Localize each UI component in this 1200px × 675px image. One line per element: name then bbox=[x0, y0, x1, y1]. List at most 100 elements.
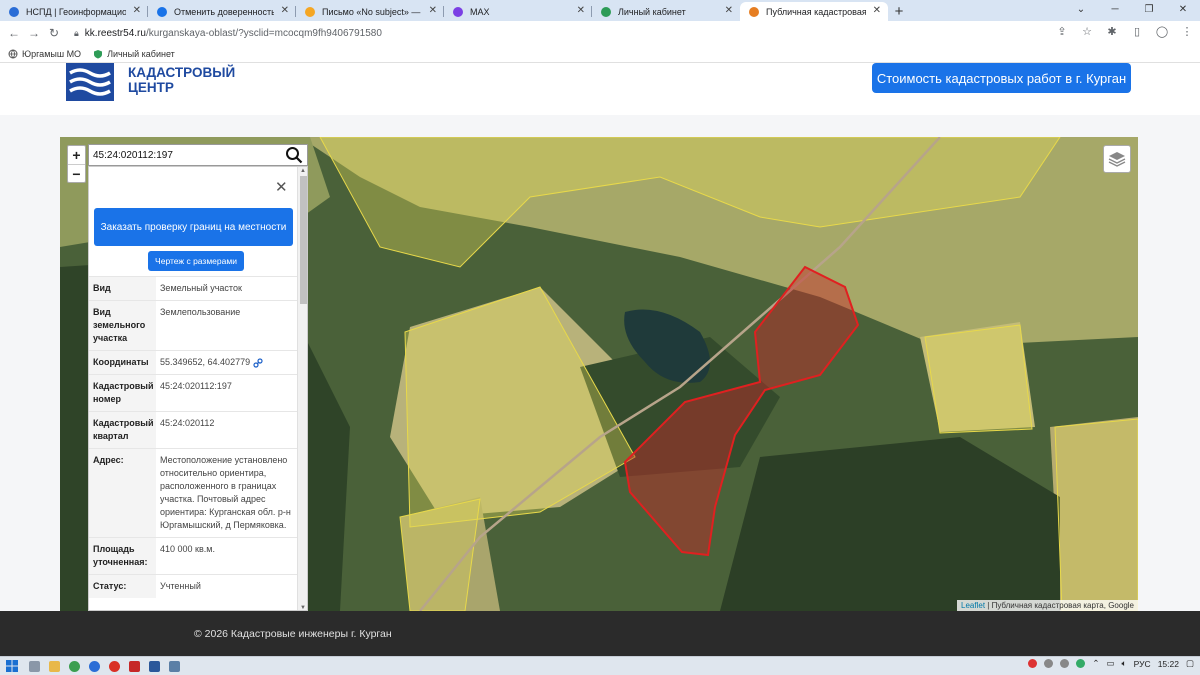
extensions-icon[interactable]: ✱ bbox=[1105, 25, 1119, 38]
attribute-key: Кадастровый номер bbox=[89, 375, 156, 411]
zoom-out-button[interactable]: − bbox=[68, 164, 85, 182]
browser-tab[interactable]: НСПД | Геоинформационный п ✕ bbox=[0, 2, 148, 21]
attribute-value-text: Учтенный bbox=[160, 581, 201, 591]
bookmark-label: Личный кабинет bbox=[107, 48, 175, 59]
tab-favicon-icon bbox=[305, 7, 315, 17]
windows-start-icon[interactable] bbox=[0, 660, 24, 672]
cadastral-map[interactable]: + − ✕ Заказать проверку границ на местно… bbox=[60, 137, 1138, 611]
scrollbar-thumb[interactable] bbox=[300, 176, 307, 304]
tab-close-icon[interactable]: ✕ bbox=[873, 5, 881, 16]
bookmark-cabinet[interactable]: Личный кабинет bbox=[93, 49, 175, 59]
chevron-up-icon[interactable]: ⌃ bbox=[1092, 658, 1099, 669]
pdf-app-icon[interactable] bbox=[125, 658, 143, 674]
parcel-attributes: Вид Земельный участок Вид земельного участ… bbox=[89, 276, 297, 598]
browser-toolbar: ← → ↻ 🔒︎ kk.reestr54.ru/kurganskaya-obla… bbox=[0, 21, 1200, 45]
browser-tab[interactable]: Личный кабинет ✕ bbox=[592, 2, 740, 21]
attribute-key: Площадь уточненная: bbox=[89, 538, 156, 574]
star-icon[interactable]: ☆ bbox=[1080, 25, 1094, 38]
forward-icon[interactable]: → bbox=[24, 26, 44, 40]
chrome-app-icon[interactable] bbox=[105, 658, 123, 674]
tab-close-icon[interactable]: ✕ bbox=[133, 5, 141, 16]
attribute-key: Адрес: bbox=[89, 449, 156, 537]
url-domain: kk.reestr54.ru bbox=[84, 27, 146, 39]
word-app-icon[interactable] bbox=[145, 658, 163, 674]
bookmark-yurgamysh[interactable]: Юргамыш МО bbox=[8, 49, 81, 59]
search-input[interactable] bbox=[89, 145, 279, 165]
attribute-value: 45:24:020112:197 bbox=[156, 375, 297, 411]
copy-coordinates-icon[interactable] bbox=[253, 358, 263, 368]
toolbar-actions: ⇪ ☆ ✱ ▯ ◯ ⋮ bbox=[1055, 25, 1194, 38]
language-indicator[interactable]: РУС bbox=[1134, 659, 1151, 669]
browser-tab[interactable]: Письмо «No subject» — Натал ✕ bbox=[296, 2, 444, 21]
order-boundary-check-button[interactable]: Заказать проверку границ на местности bbox=[94, 208, 293, 246]
tray-app-icon[interactable] bbox=[1076, 659, 1086, 668]
attribute-value-text[interactable]: 45:24:020112:197 bbox=[160, 381, 232, 391]
search-icon[interactable] bbox=[285, 146, 303, 164]
tray-app-icon[interactable] bbox=[1028, 659, 1038, 668]
file-explorer-icon[interactable] bbox=[45, 658, 63, 674]
attribute-value: Местоположение установлено относительно … bbox=[156, 449, 297, 537]
tab-close-icon[interactable]: ✕ bbox=[429, 5, 437, 16]
attribute-key: Кадастровый квартал bbox=[89, 412, 156, 448]
tab-close-icon[interactable]: ✕ bbox=[725, 5, 733, 16]
tray-app-icon[interactable] bbox=[1044, 659, 1054, 668]
sidebar-icon[interactable]: ▯ bbox=[1130, 25, 1144, 38]
attribute-row: Адрес: Местоположение установлено относит… bbox=[89, 448, 297, 537]
browser-app-icon[interactable] bbox=[85, 658, 103, 674]
network-icon[interactable]: ▭ bbox=[1107, 658, 1115, 669]
notifications-icon[interactable]: ▢ bbox=[1186, 658, 1194, 669]
remote-app-icon[interactable] bbox=[165, 658, 183, 674]
logo-line-1: КАДАСТРОВЫЙ bbox=[128, 65, 236, 80]
lock-icon[interactable]: 🔒︎ bbox=[74, 28, 79, 39]
tab-close-icon[interactable]: ✕ bbox=[281, 5, 289, 16]
attribute-row: Площадь уточненная: 410 000 кв.м. bbox=[89, 537, 297, 574]
back-icon[interactable]: ← bbox=[4, 26, 24, 40]
tab-close-icon[interactable]: ✕ bbox=[577, 5, 585, 16]
close-icon[interactable]: ✕ bbox=[275, 178, 288, 196]
attribute-row: Вид земельного участка Землепользование bbox=[89, 300, 297, 350]
address-bar[interactable]: 🔒︎ kk.reestr54.ru/kurganskaya-oblast/?ys… bbox=[74, 23, 1084, 43]
panel-scrollbar[interactable]: ▲ ▼ bbox=[297, 167, 307, 610]
layers-button[interactable] bbox=[1103, 145, 1131, 173]
security-app-icon[interactable] bbox=[65, 658, 83, 674]
chevron-down-icon[interactable]: ⌄ bbox=[1064, 0, 1098, 19]
site-header: КАДАСТРОВЫЙ ЦЕНТР Стоимость кадастровых … bbox=[0, 63, 1200, 115]
share-icon[interactable]: ⇪ bbox=[1055, 25, 1069, 38]
attribute-value: Землепользование bbox=[156, 301, 297, 350]
tray-app-icon[interactable] bbox=[1060, 659, 1070, 668]
browser-tab[interactable]: Отменить доверенность ✕ bbox=[148, 2, 296, 21]
volume-icon[interactable]: 🔈︎ bbox=[1122, 658, 1127, 669]
reload-icon[interactable]: ↻ bbox=[44, 26, 64, 40]
zoom-in-button[interactable]: + bbox=[68, 146, 85, 164]
page-gutter-right bbox=[1138, 137, 1200, 611]
minimize-icon[interactable]: ─ bbox=[1098, 0, 1132, 19]
leaflet-link[interactable]: Leaflet bbox=[961, 601, 985, 610]
attribute-row: Координаты 55.349652, 64.402779 bbox=[89, 350, 297, 374]
url-path: /kurganskaya-oblast/?ysclid=mcocqm9fh940… bbox=[145, 27, 382, 39]
browser-tab[interactable]: Публичная кадастровая карта ✕ bbox=[740, 2, 888, 21]
cadastral-cost-button[interactable]: Стоимость кадастровых работ в г. Курган bbox=[872, 63, 1131, 93]
tab-favicon-icon bbox=[9, 7, 19, 17]
globe-icon bbox=[8, 49, 18, 58]
task-view-icon[interactable] bbox=[25, 658, 43, 674]
page-gutter-left bbox=[0, 137, 60, 611]
scroll-up-icon[interactable]: ▲ bbox=[300, 168, 306, 174]
site-logo[interactable] bbox=[66, 63, 114, 101]
browser-tab[interactable]: MAX ✕ bbox=[444, 2, 592, 21]
shield-icon bbox=[94, 49, 103, 58]
tab-favicon-icon bbox=[453, 7, 463, 17]
attribute-value: 45:24:020112 bbox=[156, 412, 297, 448]
zoom-control: + − bbox=[67, 145, 86, 183]
close-window-icon[interactable]: ✕ bbox=[1166, 0, 1200, 19]
profile-icon[interactable]: ◯ bbox=[1155, 25, 1169, 38]
layers-icon bbox=[1108, 152, 1126, 167]
attribute-value-text: Местоположение установлено относительно … bbox=[160, 455, 291, 530]
dimension-drawing-button[interactable]: Чертеж с размерами bbox=[148, 251, 244, 271]
site-footer: © 2026 Кадастровые инженеры г. Курган bbox=[0, 611, 1200, 656]
menu-icon[interactable]: ⋮ bbox=[1180, 25, 1194, 38]
clock[interactable]: 15:22 bbox=[1158, 659, 1179, 669]
window-controls: ⌄ ─ ❐ ✕ bbox=[1064, 0, 1200, 19]
attribute-key: Вид bbox=[89, 277, 156, 300]
restore-icon[interactable]: ❐ bbox=[1132, 0, 1166, 19]
new-tab-button[interactable]: + bbox=[888, 2, 910, 21]
